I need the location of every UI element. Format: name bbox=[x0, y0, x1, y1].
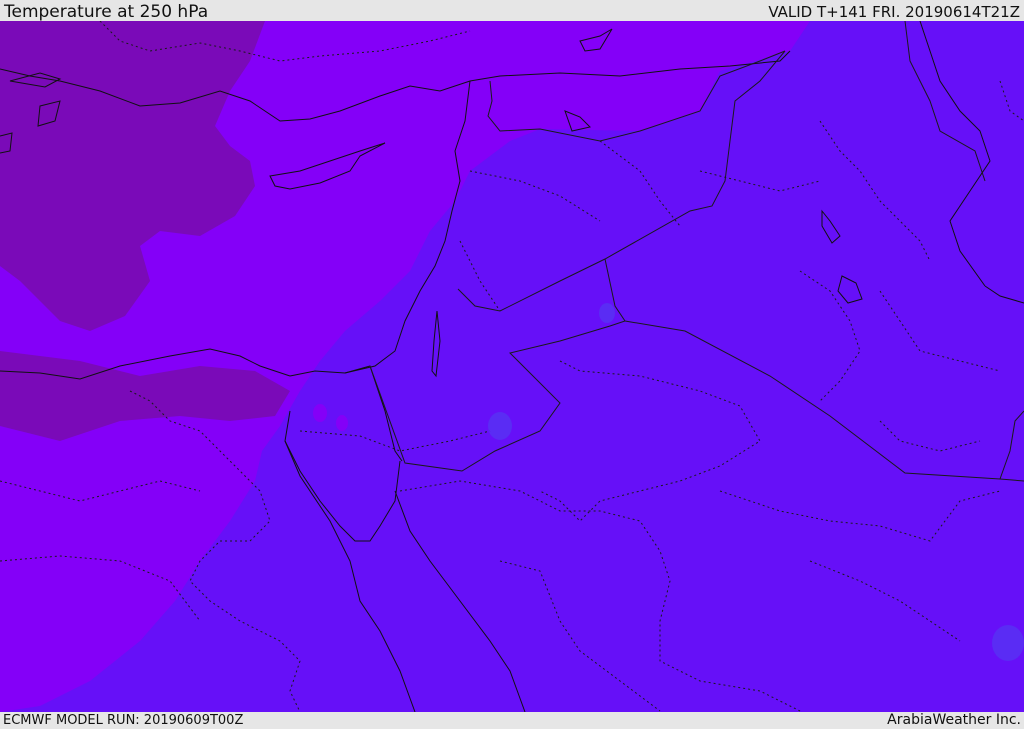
warm-patch bbox=[599, 303, 615, 323]
credit: ArabiaWeather Inc. bbox=[887, 712, 1021, 728]
map-canvas bbox=[0, 21, 1024, 712]
weather-map-frame: Temperature at 250 hPa VALID T+141 FRI. … bbox=[0, 0, 1024, 729]
model-run: ECMWF MODEL RUN: 20190609T00Z bbox=[3, 713, 244, 728]
map-title: Temperature at 250 hPa bbox=[4, 2, 209, 22]
temperature-map bbox=[0, 21, 1024, 712]
footer-bar: ECMWF MODEL RUN: 20190609T00Z ArabiaWeat… bbox=[0, 712, 1024, 729]
warm-patch bbox=[488, 412, 512, 440]
warm-patch bbox=[992, 625, 1024, 661]
cold-patch bbox=[313, 404, 327, 422]
cold-patch bbox=[336, 415, 348, 431]
header-bar: Temperature at 250 hPa VALID T+141 FRI. … bbox=[0, 0, 1024, 22]
valid-time: VALID T+141 FRI. 20190614T21Z bbox=[768, 3, 1020, 21]
